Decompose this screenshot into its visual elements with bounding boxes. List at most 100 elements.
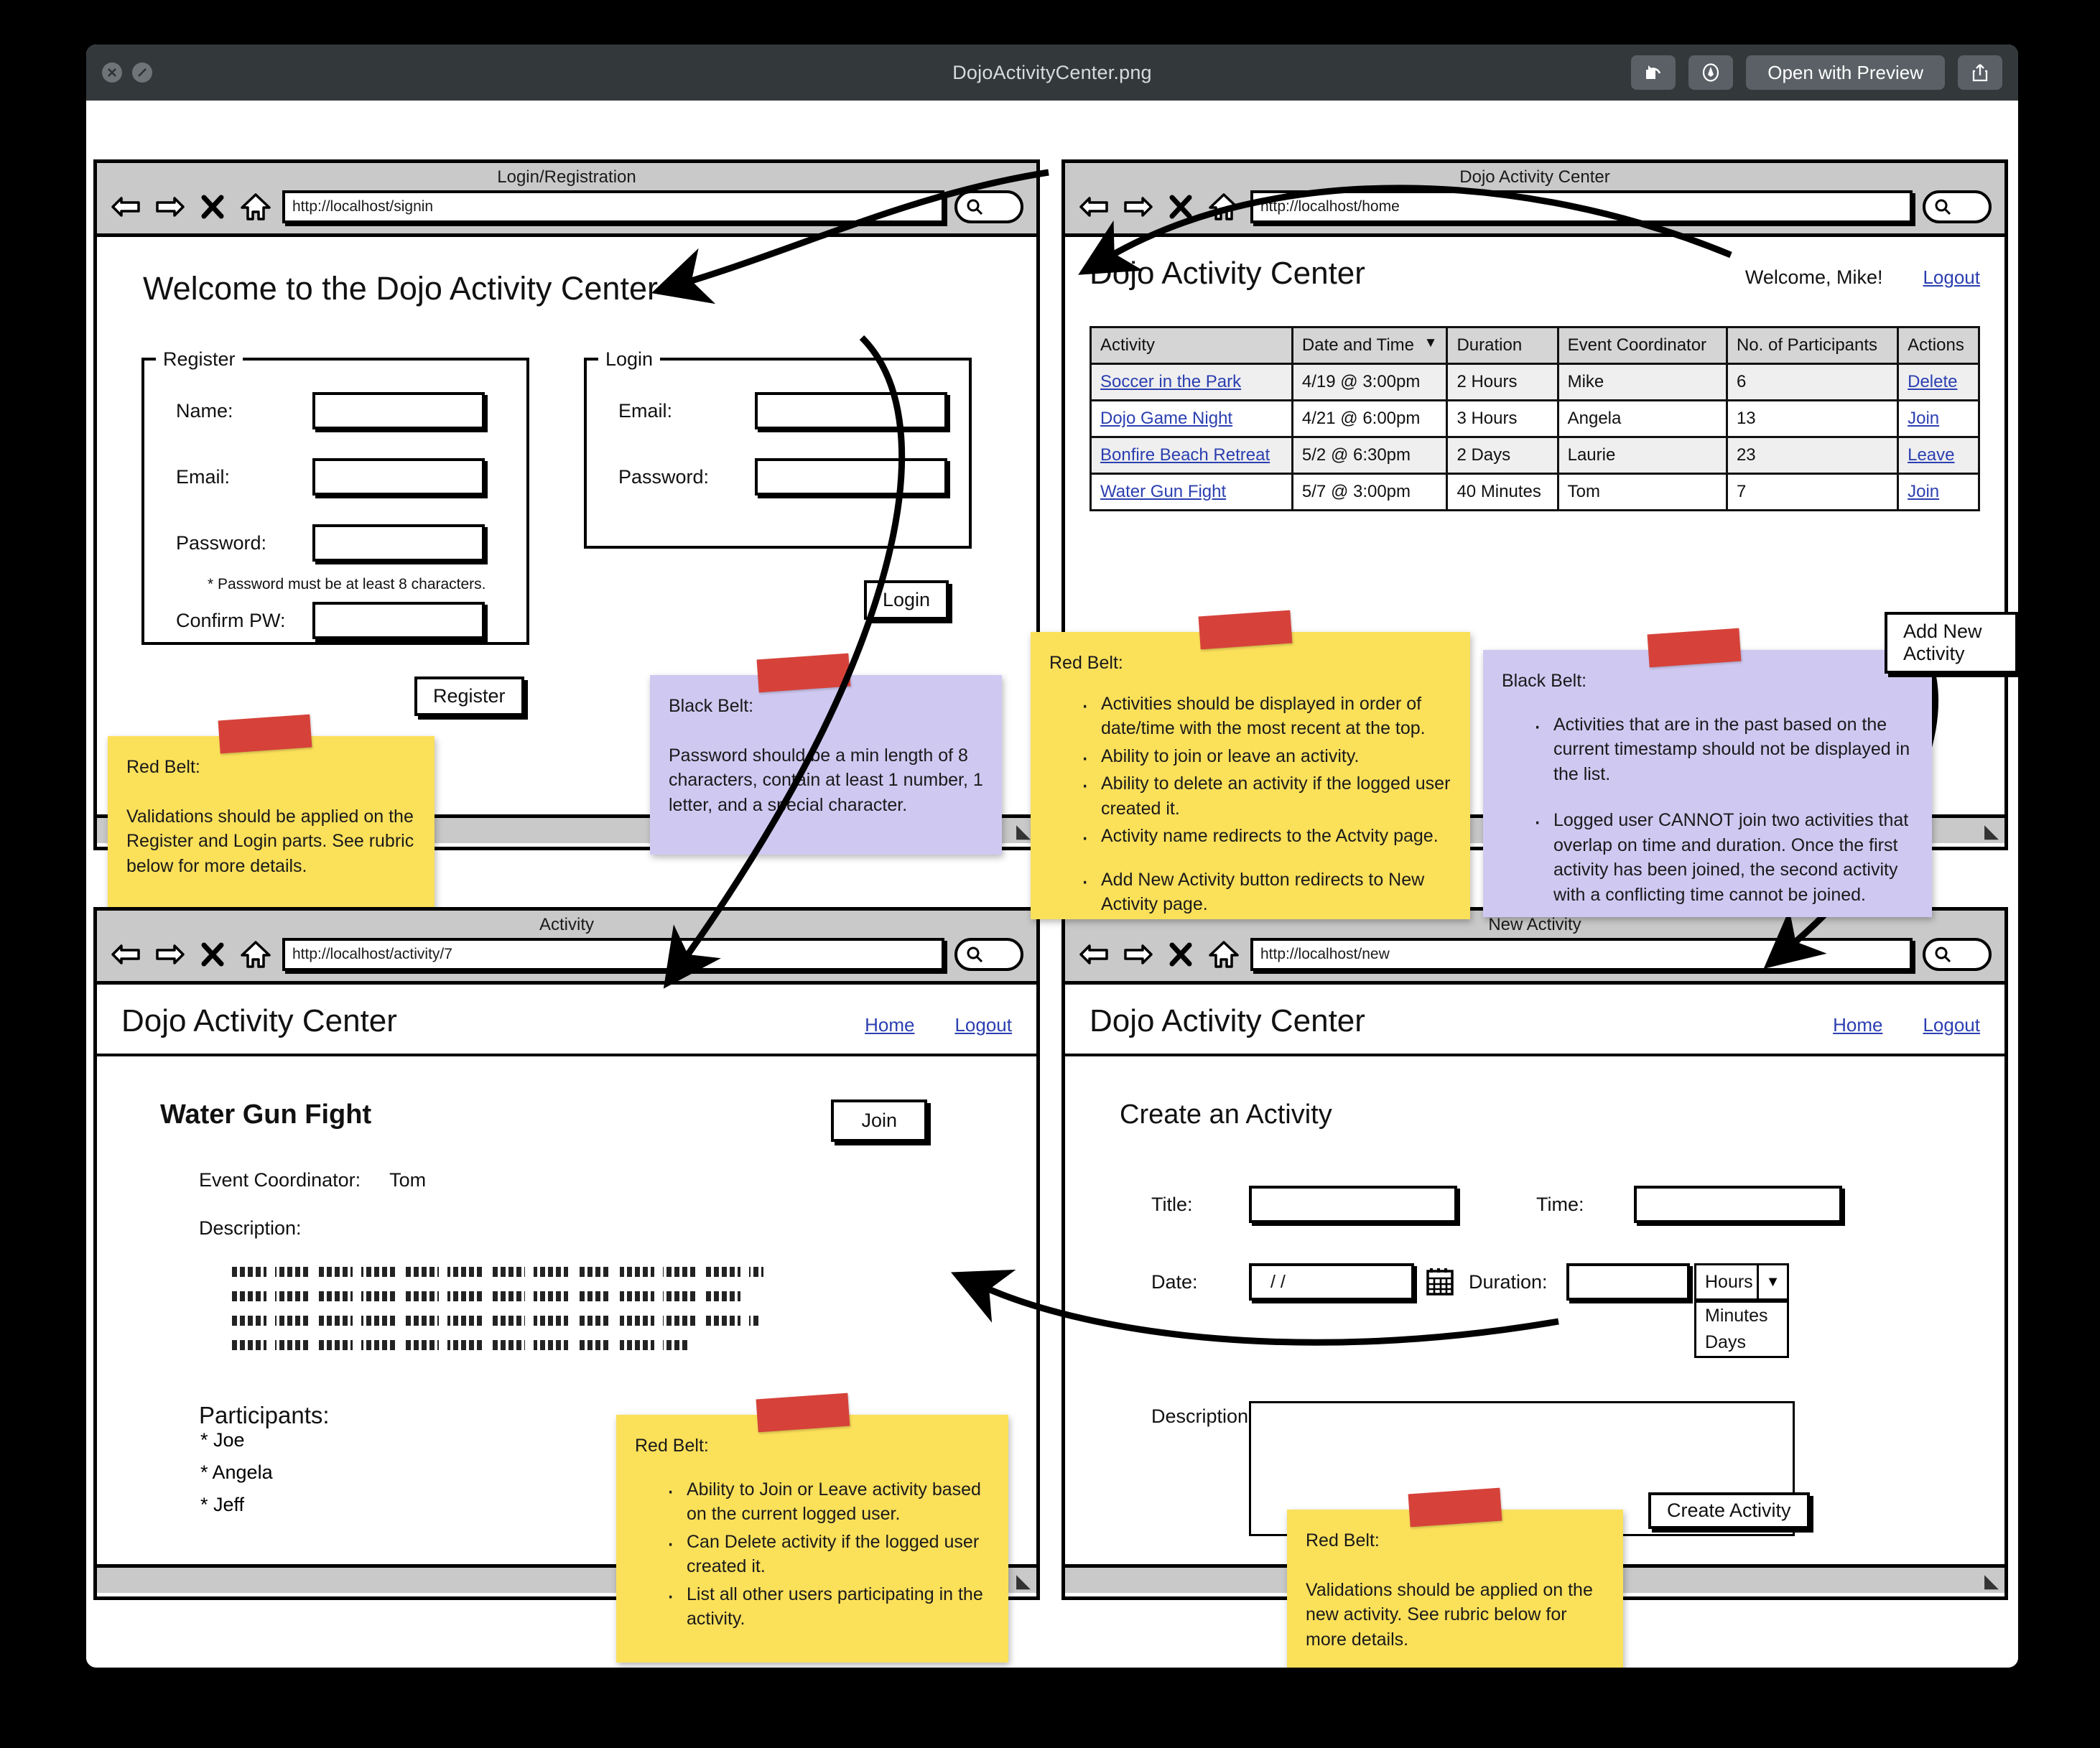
logout-link[interactable]: Logout bbox=[1923, 1014, 1980, 1036]
stop-close-icon[interactable] bbox=[196, 938, 229, 971]
register-email-input[interactable] bbox=[312, 458, 485, 496]
resize-grip-icon[interactable]: ◢ bbox=[1016, 1570, 1031, 1591]
activity-link[interactable]: Soccer in the Park bbox=[1100, 372, 1241, 391]
time-input[interactable] bbox=[1634, 1186, 1842, 1223]
forward-arrow-icon[interactable] bbox=[1121, 190, 1154, 223]
activity-link[interactable]: Water Gun Fight bbox=[1100, 482, 1226, 501]
home-icon[interactable] bbox=[1207, 938, 1240, 971]
browser-window-title: Activity bbox=[539, 915, 594, 934]
login-submit-button[interactable]: Login bbox=[864, 580, 949, 620]
row-action-link[interactable]: Join bbox=[1908, 482, 1939, 501]
col-datetime[interactable]: Date and Time ▼ bbox=[1291, 326, 1449, 365]
date-input[interactable]: / / bbox=[1249, 1263, 1414, 1301]
logout-link[interactable]: Logout bbox=[1923, 266, 1980, 289]
cell-participants: 13 bbox=[1725, 399, 1900, 438]
browser-navbar: http://localhost/home bbox=[1065, 190, 2004, 223]
back-arrow-icon[interactable] bbox=[110, 190, 143, 223]
col-datetime-label: Date and Time bbox=[1301, 335, 1414, 355]
title-label: Title: bbox=[1151, 1193, 1193, 1215]
sort-caret-icon[interactable]: ▼ bbox=[1424, 335, 1438, 351]
register-name-input[interactable] bbox=[312, 392, 485, 429]
stop-close-icon[interactable] bbox=[1164, 190, 1197, 223]
join-button[interactable]: Join bbox=[831, 1100, 927, 1142]
note-black-belt-signin: Black Belt: Password should be a min len… bbox=[650, 653, 1002, 855]
col-coordinator[interactable]: Event Coordinator bbox=[1556, 326, 1728, 365]
col-duration[interactable]: Duration bbox=[1446, 326, 1559, 365]
register-submit-button[interactable]: Register bbox=[414, 677, 524, 716]
forward-arrow-icon[interactable] bbox=[153, 938, 186, 971]
note-body: Validations should be applied on the Reg… bbox=[126, 806, 414, 876]
minimize-icon[interactable] bbox=[132, 62, 152, 83]
open-with-preview-button[interactable]: Open with Preview bbox=[1746, 55, 1945, 90]
register-confirm-input[interactable] bbox=[312, 602, 485, 639]
logout-link[interactable]: Logout bbox=[954, 1014, 1012, 1036]
tape-icon bbox=[1408, 1487, 1502, 1528]
forward-arrow-icon[interactable] bbox=[1121, 938, 1154, 971]
search-box-signin[interactable] bbox=[954, 190, 1023, 223]
stop-close-icon[interactable] bbox=[196, 190, 229, 223]
col-activity[interactable]: Activity bbox=[1090, 326, 1293, 365]
add-new-activity-button[interactable]: Add New Activity bbox=[1885, 612, 2018, 674]
address-bar-signin[interactable]: http://localhost/signin bbox=[282, 190, 944, 223]
home-icon[interactable] bbox=[239, 190, 272, 223]
search-box-home[interactable] bbox=[1923, 190, 1992, 223]
title-input[interactable] bbox=[1249, 1186, 1457, 1223]
page-title: Create an Activity bbox=[1120, 1100, 1332, 1130]
col-participants[interactable]: No. of Participants bbox=[1725, 326, 1900, 365]
note-title: Black Belt: bbox=[669, 696, 754, 716]
forward-arrow-icon[interactable] bbox=[153, 190, 186, 223]
duration-unit-select[interactable]: Hours bbox=[1694, 1263, 1759, 1301]
cell-duration: 3 Hours bbox=[1446, 399, 1559, 438]
calendar-icon[interactable] bbox=[1424, 1265, 1456, 1299]
address-bar-new[interactable]: http://localhost/new bbox=[1250, 938, 1913, 971]
time-label: Time: bbox=[1536, 1193, 1584, 1215]
cell-participants: 6 bbox=[1725, 363, 1900, 401]
login-password-label: Password: bbox=[618, 465, 710, 488]
home-link[interactable]: Home bbox=[1833, 1014, 1882, 1036]
activity-link[interactable]: Bonfire Beach Retreat bbox=[1100, 445, 1270, 465]
back-arrow-icon[interactable] bbox=[110, 938, 143, 971]
tape-icon bbox=[756, 1393, 850, 1433]
activity-link[interactable]: Dojo Game Night bbox=[1100, 409, 1232, 428]
note-bullet: Activities should be displayed in order … bbox=[1074, 689, 1451, 741]
login-password-input[interactable] bbox=[755, 458, 947, 496]
row-action-link[interactable]: Delete bbox=[1908, 372, 1957, 391]
tape-icon bbox=[218, 714, 312, 754]
tape-icon bbox=[1198, 610, 1293, 650]
note-red-belt-activity: Red Belt: Ability to Join or Leave activ… bbox=[616, 1393, 1008, 1663]
description-placeholder-text bbox=[232, 1267, 763, 1350]
rotate-icon[interactable] bbox=[1631, 55, 1676, 90]
tape-icon bbox=[1647, 628, 1742, 668]
address-bar-home[interactable]: http://localhost/home bbox=[1250, 190, 1913, 223]
home-icon[interactable] bbox=[239, 938, 272, 971]
stop-close-icon[interactable] bbox=[1164, 938, 1197, 971]
option-days[interactable]: Days bbox=[1696, 1329, 1787, 1356]
window-titlebar: DojoActivityCenter.png Open with Preview bbox=[86, 45, 2018, 101]
note-black-belt-home: Black Belt: Activities that are in the p… bbox=[1483, 628, 1932, 917]
activities-table: Activity Date and Time ▼ Duration Event … bbox=[1090, 326, 1980, 511]
create-activity-button[interactable]: Create Activity bbox=[1648, 1492, 1810, 1529]
home-link[interactable]: Home bbox=[865, 1014, 914, 1036]
close-icon[interactable] bbox=[102, 62, 122, 83]
resize-grip-icon[interactable]: ◢ bbox=[1984, 1570, 1999, 1591]
search-box-activity[interactable] bbox=[954, 938, 1023, 971]
resize-grip-icon[interactable]: ◢ bbox=[1016, 820, 1031, 842]
option-minutes[interactable]: Minutes bbox=[1696, 1303, 1787, 1329]
search-icon bbox=[967, 199, 983, 215]
search-box-new[interactable] bbox=[1923, 938, 1992, 971]
row-action-link[interactable]: Leave bbox=[1908, 445, 1954, 465]
chevron-down-icon[interactable]: ▼ bbox=[1759, 1263, 1789, 1301]
address-bar-activity[interactable]: http://localhost/activity/7 bbox=[282, 938, 944, 971]
back-arrow-icon[interactable] bbox=[1078, 938, 1111, 971]
register-legend: Register bbox=[156, 348, 243, 371]
login-email-input[interactable] bbox=[755, 392, 947, 429]
home-icon[interactable] bbox=[1207, 190, 1240, 223]
register-password-hint: * Password must be at least 8 characters… bbox=[208, 576, 486, 592]
row-action-link[interactable]: Join bbox=[1908, 409, 1939, 428]
register-password-input[interactable] bbox=[312, 524, 485, 562]
markup-icon[interactable] bbox=[1688, 55, 1734, 90]
duration-input[interactable] bbox=[1566, 1263, 1690, 1301]
share-icon[interactable] bbox=[1958, 55, 2002, 90]
back-arrow-icon[interactable] bbox=[1078, 190, 1111, 223]
resize-grip-icon[interactable]: ◢ bbox=[1984, 820, 1999, 842]
